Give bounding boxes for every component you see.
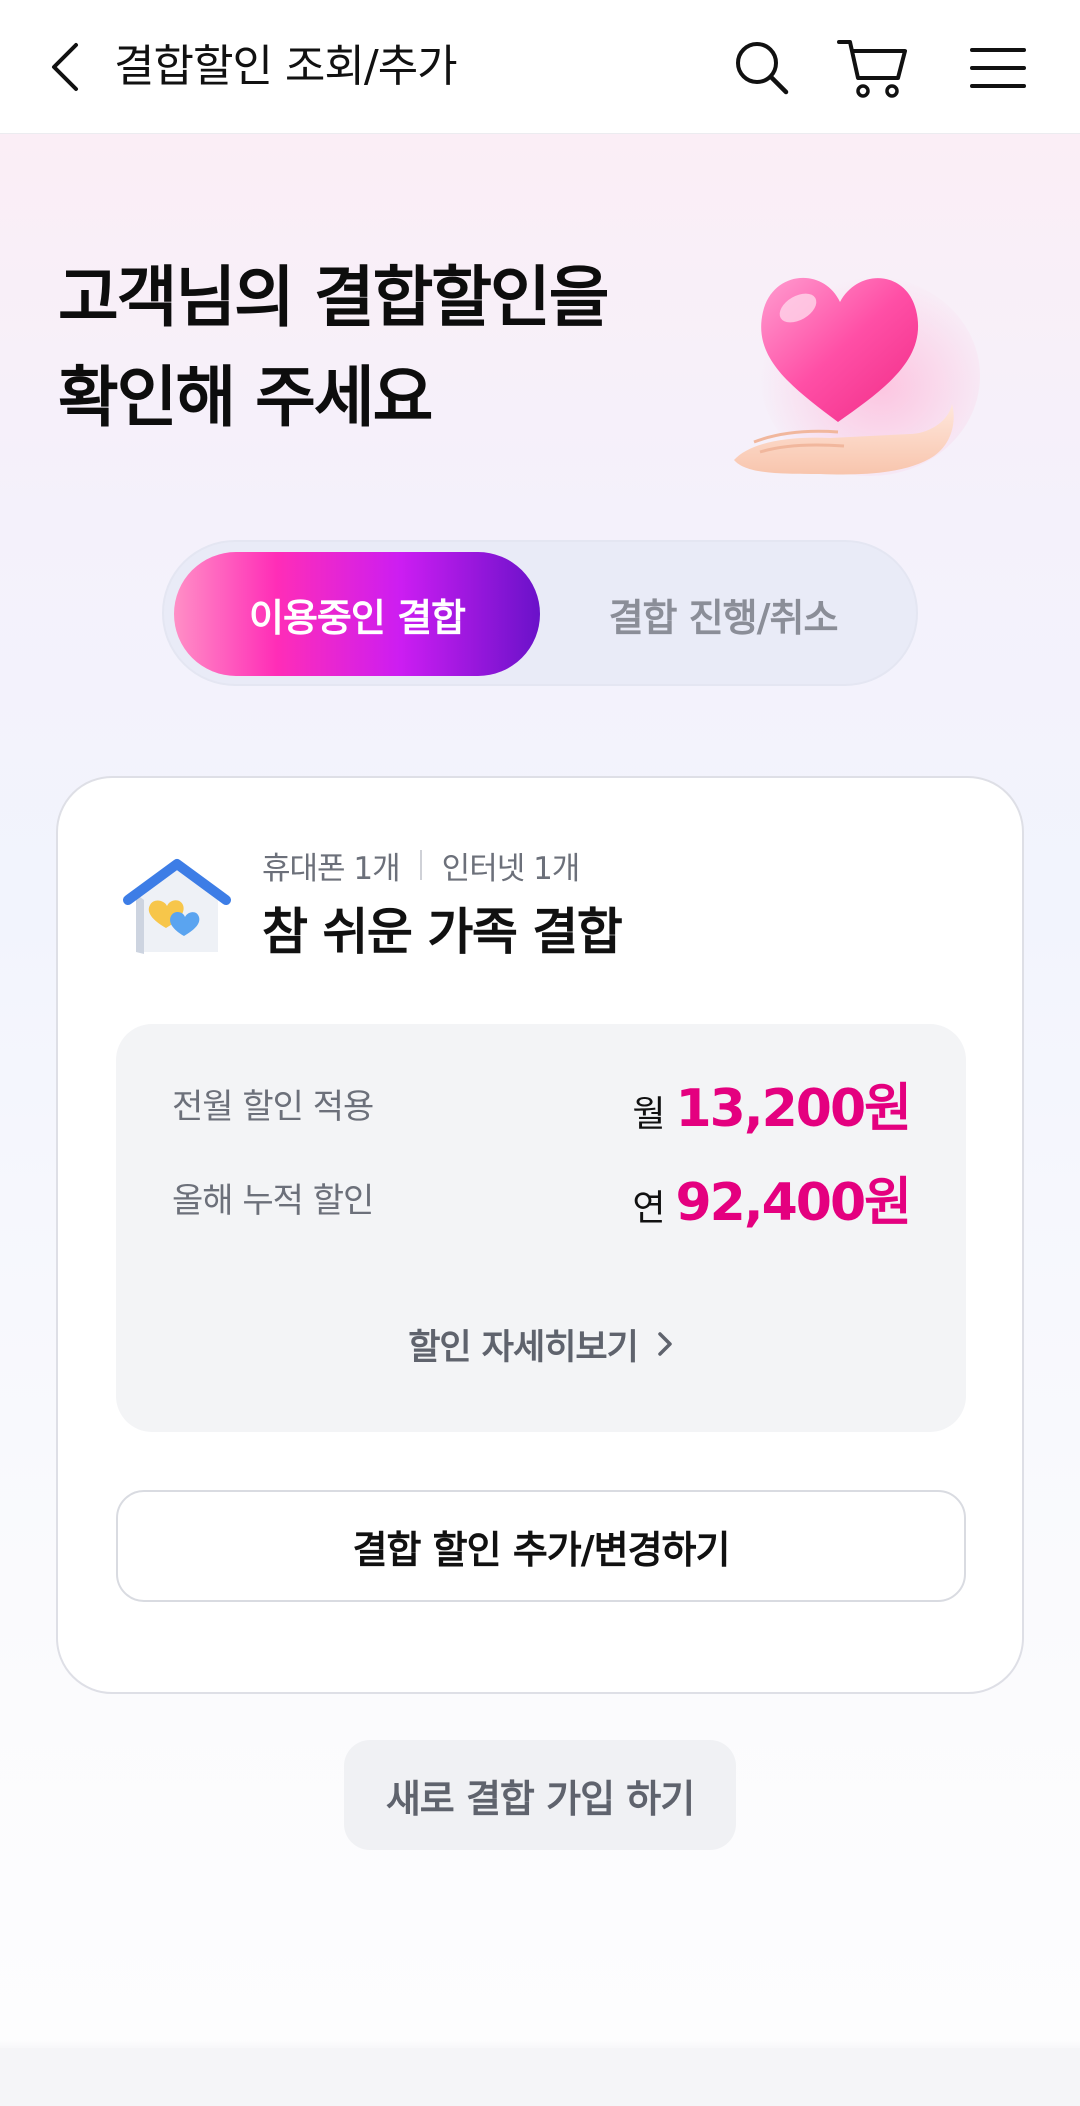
hero-title: 고객님의 결합할인을 확인해 주세요 bbox=[58, 248, 678, 448]
discount-value: 월 13,200원 bbox=[632, 1066, 912, 1141]
search-button[interactable] bbox=[724, 30, 800, 106]
new-bundle-join-button[interactable]: 새로 결합 가입 하기 bbox=[344, 1740, 736, 1850]
product-tag: 인터넷 1개 bbox=[441, 850, 581, 887]
bundle-status-toggle: 이용중인 결합 결합 진행/취소 bbox=[162, 540, 918, 686]
hamburger-menu-icon bbox=[970, 48, 1026, 88]
heart-on-hand-icon bbox=[734, 276, 980, 476]
hero-title-line: 고객님의 결합할인을 bbox=[58, 259, 609, 336]
back-button[interactable] bbox=[36, 36, 96, 98]
chevron-right-icon bbox=[656, 1329, 674, 1359]
tab-in-progress-cancel[interactable]: 결합 진행/취소 bbox=[540, 552, 906, 676]
discount-summary: 전월 할인 적용 월 13,200원 올해 누적 할인 연 92,400원 할인… bbox=[116, 1024, 966, 1432]
discount-row-monthly: 전월 할인 적용 월 13,200원 bbox=[172, 1066, 912, 1141]
search-icon bbox=[736, 42, 789, 95]
discount-value: 연 92,400원 bbox=[632, 1160, 912, 1235]
page-title: 결합할인 조회/추가 bbox=[114, 41, 458, 92]
tab-in-use[interactable]: 이용중인 결합 bbox=[174, 552, 540, 676]
footer-strip bbox=[0, 2048, 1080, 2106]
cart-button[interactable] bbox=[834, 30, 910, 106]
top-app-bar: 결합할인 조회/추가 bbox=[0, 0, 1080, 134]
change-bundle-button[interactable]: 결합 할인 추가/변경하기 bbox=[116, 1490, 966, 1602]
bundle-card: 휴대폰 1개 인터넷 1개 참 쉬운 가족 결합 전월 할인 적용 월 13,2… bbox=[56, 776, 1024, 1694]
product-tags: 휴대폰 1개 인터넷 1개 bbox=[262, 844, 581, 887]
discount-amount: 92,400원 bbox=[675, 1172, 912, 1233]
tag-divider bbox=[419, 850, 422, 880]
menu-button[interactable] bbox=[960, 30, 1036, 106]
hero-title-line: 확인해 주세요 bbox=[58, 359, 433, 436]
cart-icon bbox=[837, 40, 907, 98]
page: 결합할인 조회/추가 고객님의 결합할인을 확인해 주세요 이용중인 결합 결합… bbox=[0, 0, 1080, 2106]
bundle-name: 참 쉬운 가족 결합 bbox=[262, 903, 623, 961]
product-tag: 휴대폰 1개 bbox=[262, 850, 401, 887]
chevron-left-icon bbox=[52, 43, 78, 91]
discount-period: 연 bbox=[632, 1187, 666, 1229]
discount-row-yearly: 올해 누적 할인 연 92,400원 bbox=[172, 1160, 912, 1235]
discount-detail-link[interactable]: 할인 자세히보기 bbox=[116, 1314, 966, 1374]
discount-label: 전월 할인 적용 bbox=[172, 1086, 374, 1127]
discount-detail-label: 할인 자세히보기 bbox=[408, 1327, 639, 1368]
discount-period: 월 bbox=[632, 1093, 666, 1135]
house-hearts-icon bbox=[123, 859, 231, 954]
discount-amount: 13,200원 bbox=[675, 1078, 912, 1139]
discount-label: 올해 누적 할인 bbox=[172, 1180, 374, 1221]
